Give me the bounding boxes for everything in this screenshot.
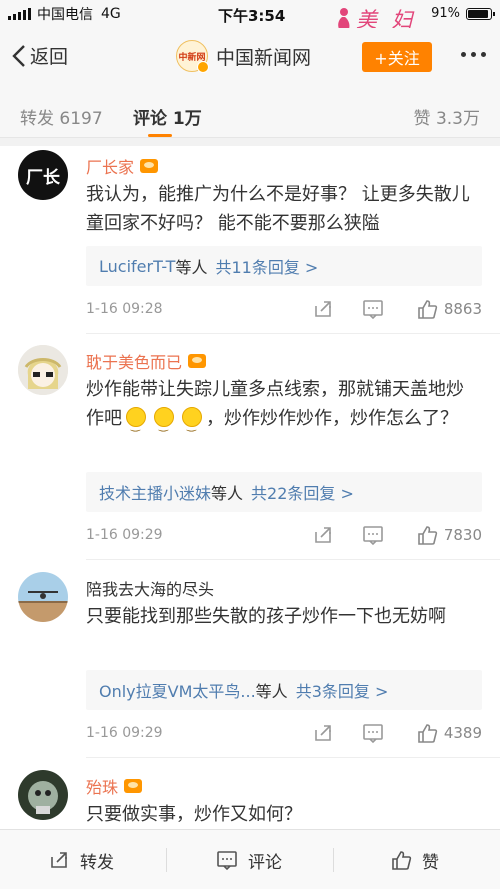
status-bar: 中国电信 4G 下午3:54 91% <box>0 0 500 28</box>
comment-meta: 1-16 09:29 7830 <box>86 524 486 548</box>
tab-repost[interactable]: 转发 6197 <box>20 104 103 129</box>
repost-button[interactable]: 转发 <box>48 830 114 889</box>
network-type: 4G <box>101 6 121 22</box>
comment-text: 炒作能带让失踪儿童多点线索，那就铺天盖地炒作吧，炒作炒作炒作，炒作怎么了？ <box>86 375 476 440</box>
avatar-image <box>18 345 68 395</box>
battery-icon <box>466 7 495 20</box>
tab-bar: 转发 6197 评论 1万 赞 3.3万 <box>0 88 500 138</box>
account-logo: 中新网 <box>176 40 209 73</box>
avatar[interactable] <box>18 770 68 820</box>
more-icon[interactable] <box>461 52 486 57</box>
like-count: 7830 <box>443 526 482 544</box>
smile-emoji-icon <box>182 407 202 440</box>
reply-others: 等人 <box>255 682 288 701</box>
like-count: 8863 <box>443 300 482 318</box>
comment-username[interactable]: 殆珠 <box>86 774 143 798</box>
replies-preview[interactable]: Only拉夏VM太平鸟... 等人 共3条回复 > <box>86 670 482 710</box>
avatar-image <box>18 572 68 622</box>
reply-others: 等人 <box>211 484 244 503</box>
reply-user: 技术主播小迷妹 <box>99 484 212 503</box>
reply-user: Only拉夏VM太平鸟... <box>99 682 256 701</box>
bottom-action-bar: 转发 评论 赞 <box>0 829 500 889</box>
back-label: 返回 <box>30 46 69 68</box>
share-icon[interactable] <box>312 524 334 546</box>
signal-icon <box>8 8 31 20</box>
thumbs-up-icon <box>418 300 438 319</box>
avatar[interactable]: 厂长 <box>18 150 68 200</box>
comment-label: 评论 <box>248 852 282 873</box>
smile-emoji-icon <box>154 407 174 440</box>
comment-text-part: ，炒作炒作炒作，炒作怎么了？ <box>206 408 458 429</box>
account-title[interactable]: 中新网 中国新闻网 <box>176 40 312 73</box>
like-button[interactable]: 赞 <box>390 830 439 889</box>
comment-username[interactable]: 耽于美色而已 <box>86 349 207 373</box>
reply-user: LuciferT-T <box>99 256 176 276</box>
comment-button[interactable]: 评论 <box>216 830 282 889</box>
vip-crown-icon <box>124 779 143 793</box>
share-icon <box>51 852 67 868</box>
tab-comments[interactable]: 评论 1万 <box>133 104 202 129</box>
comment-icon[interactable] <box>362 524 384 546</box>
thumbs-up-icon <box>418 724 438 743</box>
comment-time: 1-16 09:29 <box>86 725 163 741</box>
comment-time: 1-16 09:28 <box>86 301 163 317</box>
like-label: 赞 <box>422 852 439 873</box>
avatar-text: 厂长 <box>26 167 60 188</box>
replies-preview[interactable]: 技术主播小迷妹 等人 共22条回复 > <box>86 472 482 512</box>
account-name: 中国新闻网 <box>216 46 312 69</box>
username-text: 殆珠 <box>86 778 119 797</box>
comment-text: 我认为，能推广为什么不是好事？ 让更多失散儿童回家不好吗？ 能不能不要那么狭隘 <box>86 184 470 234</box>
reply-count: 共3条回复 > <box>295 682 389 701</box>
comment-text: 只要能找到那些失散的孩子炒作一下也无妨啊 <box>86 606 446 627</box>
like-count: 4389 <box>443 724 482 742</box>
avatar-image <box>18 770 68 820</box>
status-right: 91% <box>431 6 495 21</box>
avatar[interactable] <box>18 345 68 395</box>
vip-crown-icon <box>188 354 207 368</box>
verified-icon <box>197 61 209 73</box>
comment-username[interactable]: 厂长家 <box>86 154 159 178</box>
avatar[interactable] <box>18 572 68 622</box>
like-button[interactable]: 7830 <box>416 524 482 546</box>
like-button[interactable]: 8863 <box>416 298 482 320</box>
battery-percent: 91% <box>431 6 460 21</box>
share-icon[interactable] <box>312 298 334 320</box>
reply-others: 等人 <box>175 258 208 277</box>
comment-time: 1-16 09:29 <box>86 527 163 543</box>
carrier-name: 中国电信 <box>37 7 93 23</box>
tab-likes[interactable]: 赞 3.3万 <box>414 104 480 129</box>
reply-count: 共11条回复 > <box>215 258 319 277</box>
username-text: 耽于美色而已 <box>86 353 183 372</box>
follow-button[interactable]: +关注 <box>362 42 432 72</box>
status-time: 下午3:54 <box>218 7 286 25</box>
reply-count: 共22条回复 > <box>251 484 354 503</box>
comment-text: 只要做实事，炒作又如何？ <box>86 804 302 825</box>
vip-crown-icon <box>140 159 159 173</box>
comment-icon[interactable] <box>362 722 384 744</box>
comment-meta: 1-16 09:28 8863 <box>86 298 486 322</box>
thumbs-up-icon <box>418 526 438 545</box>
repost-label: 转发 <box>80 852 114 873</box>
chevron-left-icon <box>12 44 25 67</box>
comment-icon[interactable] <box>362 298 384 320</box>
smile-emoji-icon <box>126 407 146 440</box>
share-icon[interactable] <box>312 722 334 744</box>
replies-preview[interactable]: LuciferT-T 等人 共11条回复 > <box>86 246 482 286</box>
username-text: 陪我去大海的尽头 <box>86 580 215 599</box>
comment-icon <box>217 851 237 871</box>
active-tab-indicator <box>148 134 172 137</box>
username-text: 厂长家 <box>86 158 135 177</box>
nav-bar: 返回 中新网 中国新闻网 +关注 <box>0 28 500 88</box>
thumbs-up-icon <box>392 851 412 870</box>
back-button[interactable]: 返回 <box>12 42 68 69</box>
like-button[interactable]: 4389 <box>416 722 482 744</box>
comment-meta: 1-16 09:29 4389 <box>86 722 486 746</box>
comment-username[interactable]: 陪我去大海的尽头 <box>86 576 214 600</box>
